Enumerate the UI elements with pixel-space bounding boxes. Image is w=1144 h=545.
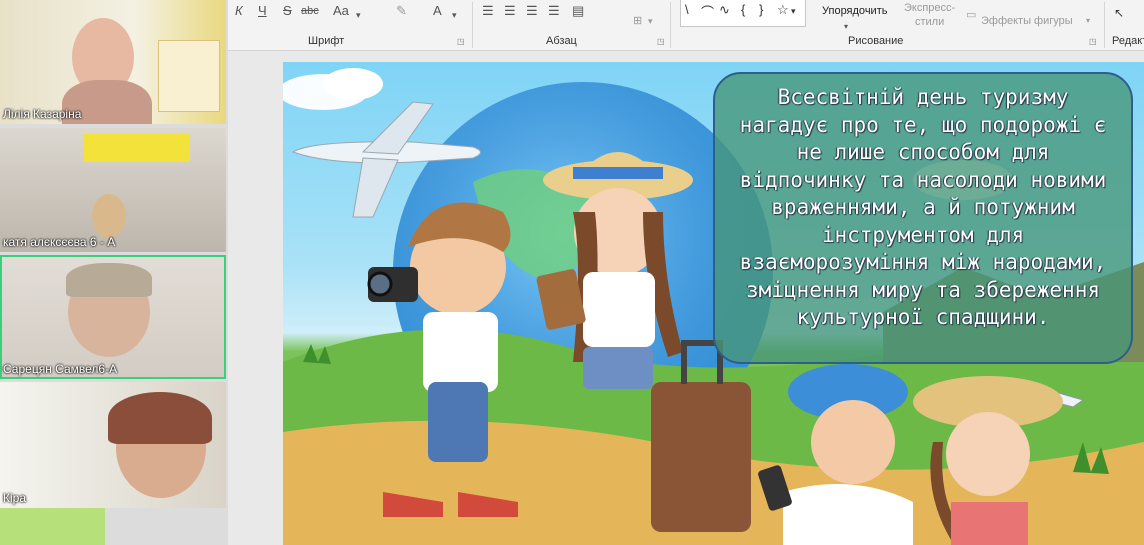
shadow-text-button[interactable]: abc <box>301 2 319 20</box>
dialog-launcher-icon[interactable]: ◳ <box>657 37 665 46</box>
participant-hair <box>66 263 152 297</box>
slide-thumbnail[interactable] <box>0 508 105 545</box>
line-shape-icon: \ <box>685 2 689 17</box>
change-case-button[interactable]: Aa <box>333 2 349 20</box>
star-shape-icon: ☆ <box>777 2 789 17</box>
separator <box>670 2 671 48</box>
slide-text: Всесвітній день туризму нагадує про те, … <box>739 85 1107 329</box>
participant-name: Сарецян Самвел6-А <box>3 362 118 376</box>
dialog-launcher-icon[interactable]: ◳ <box>457 37 465 46</box>
ribbon-toolbar: К Ч S abc Aa ▾ ✎ A ▾ ☰ ☰ ☰ ☰ ▤ ⊞ ▾ \ ⌒ ∿… <box>228 0 1144 51</box>
strikethrough-button[interactable]: S <box>283 2 292 20</box>
presentation-slide: Всесвітній день туризму нагадує про те, … <box>283 62 1144 545</box>
align-center-icon[interactable]: ☰ <box>504 2 516 20</box>
arrange-button[interactable]: Упорядочить <box>822 2 887 20</box>
brace-open-icon: { <box>741 2 746 17</box>
font-group-label: Шрифт <box>308 35 345 47</box>
chevron-down-icon[interactable]: ▾ <box>1086 12 1090 30</box>
video-participants-panel: Лілія Казаріна катя алєксєєва 6 - А Саре… <box>0 0 228 545</box>
highlight-pen-icon[interactable]: ✎ <box>396 2 407 20</box>
editing-group-label: Редакт <box>1112 35 1144 47</box>
italic-button[interactable]: К <box>235 2 243 20</box>
chevron-down-icon[interactable]: ▾ <box>452 6 457 24</box>
justify-icon[interactable]: ☰ <box>548 2 560 20</box>
font-color-button[interactable]: A <box>433 2 442 20</box>
select-cursor-icon[interactable]: ↖ <box>1114 4 1124 22</box>
underline-button[interactable]: Ч <box>258 2 267 20</box>
dialog-launcher-icon[interactable]: ◳ <box>1089 37 1097 46</box>
chevron-down-icon[interactable]: ▾ <box>356 6 361 24</box>
wall-poster <box>158 40 220 112</box>
shape-effects-icon[interactable]: ▭ <box>966 6 976 24</box>
slide-text-box[interactable]: Всесвітній день туризму нагадує про те, … <box>713 72 1133 364</box>
separator <box>1104 2 1105 48</box>
participant-name: катя алєксєєва 6 - А <box>3 235 116 249</box>
shape-effects-button[interactable]: Эффекты фигуры <box>981 12 1073 30</box>
participant-tile[interactable]: Лілія Казаріна <box>0 0 226 124</box>
chevron-down-icon[interactable]: ▾ <box>844 18 848 36</box>
separator <box>472 2 473 48</box>
align-left-icon[interactable]: ☰ <box>482 2 494 20</box>
chevron-down-icon[interactable]: ▾ <box>648 12 653 30</box>
wave-shape-icon: ∿ <box>719 2 730 17</box>
gallery-more-icon: ▾ <box>791 6 796 16</box>
participant-name: Кіра <box>3 491 27 505</box>
participant-tile-active[interactable]: Сарецян Самвел6-А <box>0 255 226 379</box>
curve-shape-icon: ⌒ <box>701 5 715 20</box>
align-right-icon[interactable]: ☰ <box>526 2 538 20</box>
drawing-group-label: Рисование <box>848 35 904 47</box>
align-text-icon[interactable]: ⊞ <box>633 12 642 30</box>
participant-name: Лілія Казаріна <box>3 107 82 121</box>
quick-styles-button[interactable]: Экспресс- стили <box>904 1 955 29</box>
participant-tile[interactable]: катя алєксєєва 6 - А <box>0 128 226 252</box>
brace-close-icon: } <box>759 2 764 17</box>
columns-icon[interactable]: ▤ <box>572 2 584 20</box>
participant-tile[interactable]: Кіра <box>0 382 226 508</box>
paragraph-group-label: Абзац <box>546 35 577 47</box>
yellow-object <box>84 134 190 162</box>
participant-face <box>92 194 126 238</box>
participant-hair <box>108 392 212 444</box>
shapes-gallery[interactable]: \ ⌒ ∿ { } ☆ ▾ <box>680 0 806 27</box>
